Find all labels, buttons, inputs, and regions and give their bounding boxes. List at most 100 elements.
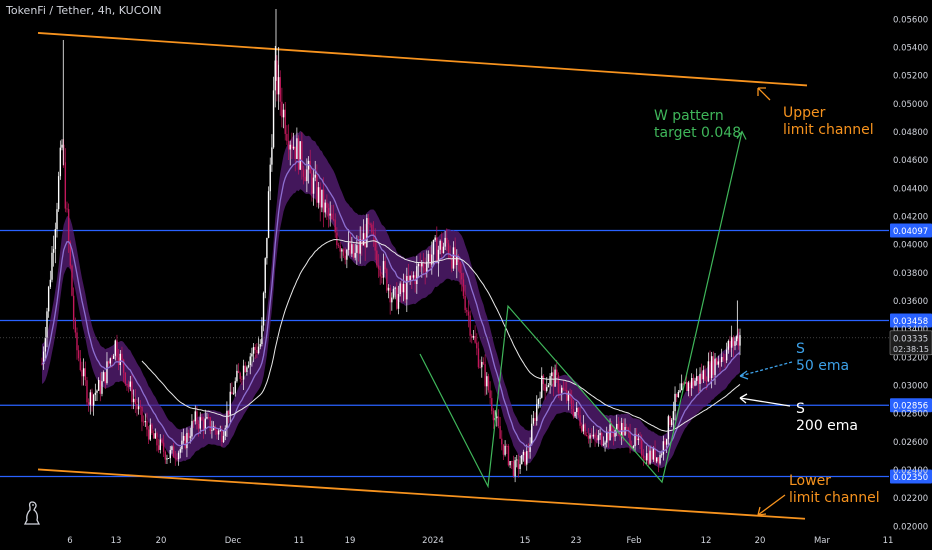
candle-body <box>86 380 88 403</box>
candle-body <box>259 344 261 347</box>
candle-body <box>101 381 103 394</box>
candle-body <box>134 398 136 404</box>
candle-body <box>166 458 168 460</box>
candle-body <box>599 433 601 436</box>
x-tick-label: 11 <box>883 536 894 546</box>
y-tick-label: 0.05000 <box>893 100 928 110</box>
candle-body <box>641 440 643 456</box>
y-tick-label: 0.02200 <box>893 494 928 504</box>
candle-body <box>536 404 538 421</box>
candle-body <box>239 373 241 379</box>
candle-body <box>466 310 468 312</box>
last-price-value: 0.03335 <box>893 334 928 344</box>
candle-body <box>104 372 107 383</box>
candle-body <box>334 219 336 233</box>
candle-body <box>61 144 63 148</box>
candle-body <box>109 358 112 364</box>
candle-body <box>382 261 385 278</box>
w-pattern-target-label: W pattern <box>654 108 724 124</box>
candle-body <box>546 387 548 391</box>
candle-body <box>547 385 550 388</box>
chart-title: TokenFi / Tether, 4h, KUCOIN <box>6 4 162 17</box>
candle-body <box>662 441 665 455</box>
x-tick-label: Dec <box>225 536 242 546</box>
candle-body <box>176 458 178 460</box>
candle-body <box>229 391 231 415</box>
candle-body <box>81 370 83 377</box>
candle-body <box>730 337 733 348</box>
candle-body <box>167 458 170 459</box>
candle-body <box>82 368 85 377</box>
candle-body <box>76 332 78 351</box>
candle-body <box>427 253 430 262</box>
candle-body <box>164 451 166 460</box>
candle-body <box>729 341 731 348</box>
candle-body <box>452 247 455 269</box>
x-tick-label: 19 <box>345 536 356 546</box>
candle-body <box>581 425 583 432</box>
candle-body <box>209 417 211 431</box>
candle-body <box>689 382 691 389</box>
candle-body <box>57 176 60 210</box>
candle-body <box>56 209 58 230</box>
candle-body <box>446 237 448 244</box>
candle-body <box>704 370 706 382</box>
tradingview-dino-icon[interactable] <box>22 500 42 526</box>
candle-body <box>92 394 95 406</box>
candle-body <box>344 255 346 260</box>
candle-body <box>734 341 736 346</box>
candle-body <box>306 169 308 182</box>
candle-body <box>604 442 606 445</box>
candle-body <box>337 245 340 246</box>
candle-body <box>387 287 390 291</box>
candle-body <box>242 365 245 380</box>
candle-body <box>652 448 655 460</box>
candle-body <box>649 450 651 464</box>
candle-body <box>715 358 718 365</box>
candle-body <box>237 370 240 374</box>
candle-body <box>424 268 426 272</box>
candle-body <box>262 292 265 326</box>
candle-body <box>482 361 485 365</box>
candle-body <box>586 434 588 436</box>
candle-body <box>596 437 598 441</box>
candle-body <box>129 381 131 387</box>
candle-body <box>394 287 396 289</box>
candle-body <box>94 392 97 395</box>
x-tick-label: 2024 <box>422 536 444 546</box>
candle-body <box>644 458 646 461</box>
candle-body <box>672 411 675 420</box>
candle-body <box>326 202 328 208</box>
candle-body <box>451 257 453 269</box>
candle-body <box>594 434 596 438</box>
candle-body <box>369 223 371 225</box>
price-chart[interactable]: 0.040970.034580.028560.02350 W patternta… <box>0 0 932 550</box>
candle-body <box>349 242 351 254</box>
candle-body <box>626 427 628 429</box>
candle-body <box>154 433 156 439</box>
candle-body <box>699 373 701 384</box>
candle-body <box>59 147 62 177</box>
candle-body <box>311 173 313 194</box>
candle-body <box>709 361 711 378</box>
candle-body <box>124 372 126 385</box>
candle-body <box>116 340 118 358</box>
candle-body <box>386 269 388 291</box>
candle-body <box>287 140 290 150</box>
candle-body <box>679 390 681 392</box>
candle-body <box>577 407 580 416</box>
candle-body <box>324 202 326 213</box>
candle-body <box>172 446 175 458</box>
x-tick-label: 23 <box>571 536 582 546</box>
candle-body <box>491 398 493 411</box>
candle-body <box>434 237 436 240</box>
candle-body <box>401 283 403 293</box>
y-tick-label: 0.04400 <box>893 184 928 194</box>
candle-body <box>254 347 256 351</box>
candle-body <box>712 356 715 375</box>
candle-body <box>142 421 145 423</box>
candle-body <box>417 263 420 267</box>
candle-body <box>87 402 90 405</box>
candle-body <box>136 403 138 410</box>
candle-body <box>289 144 291 150</box>
